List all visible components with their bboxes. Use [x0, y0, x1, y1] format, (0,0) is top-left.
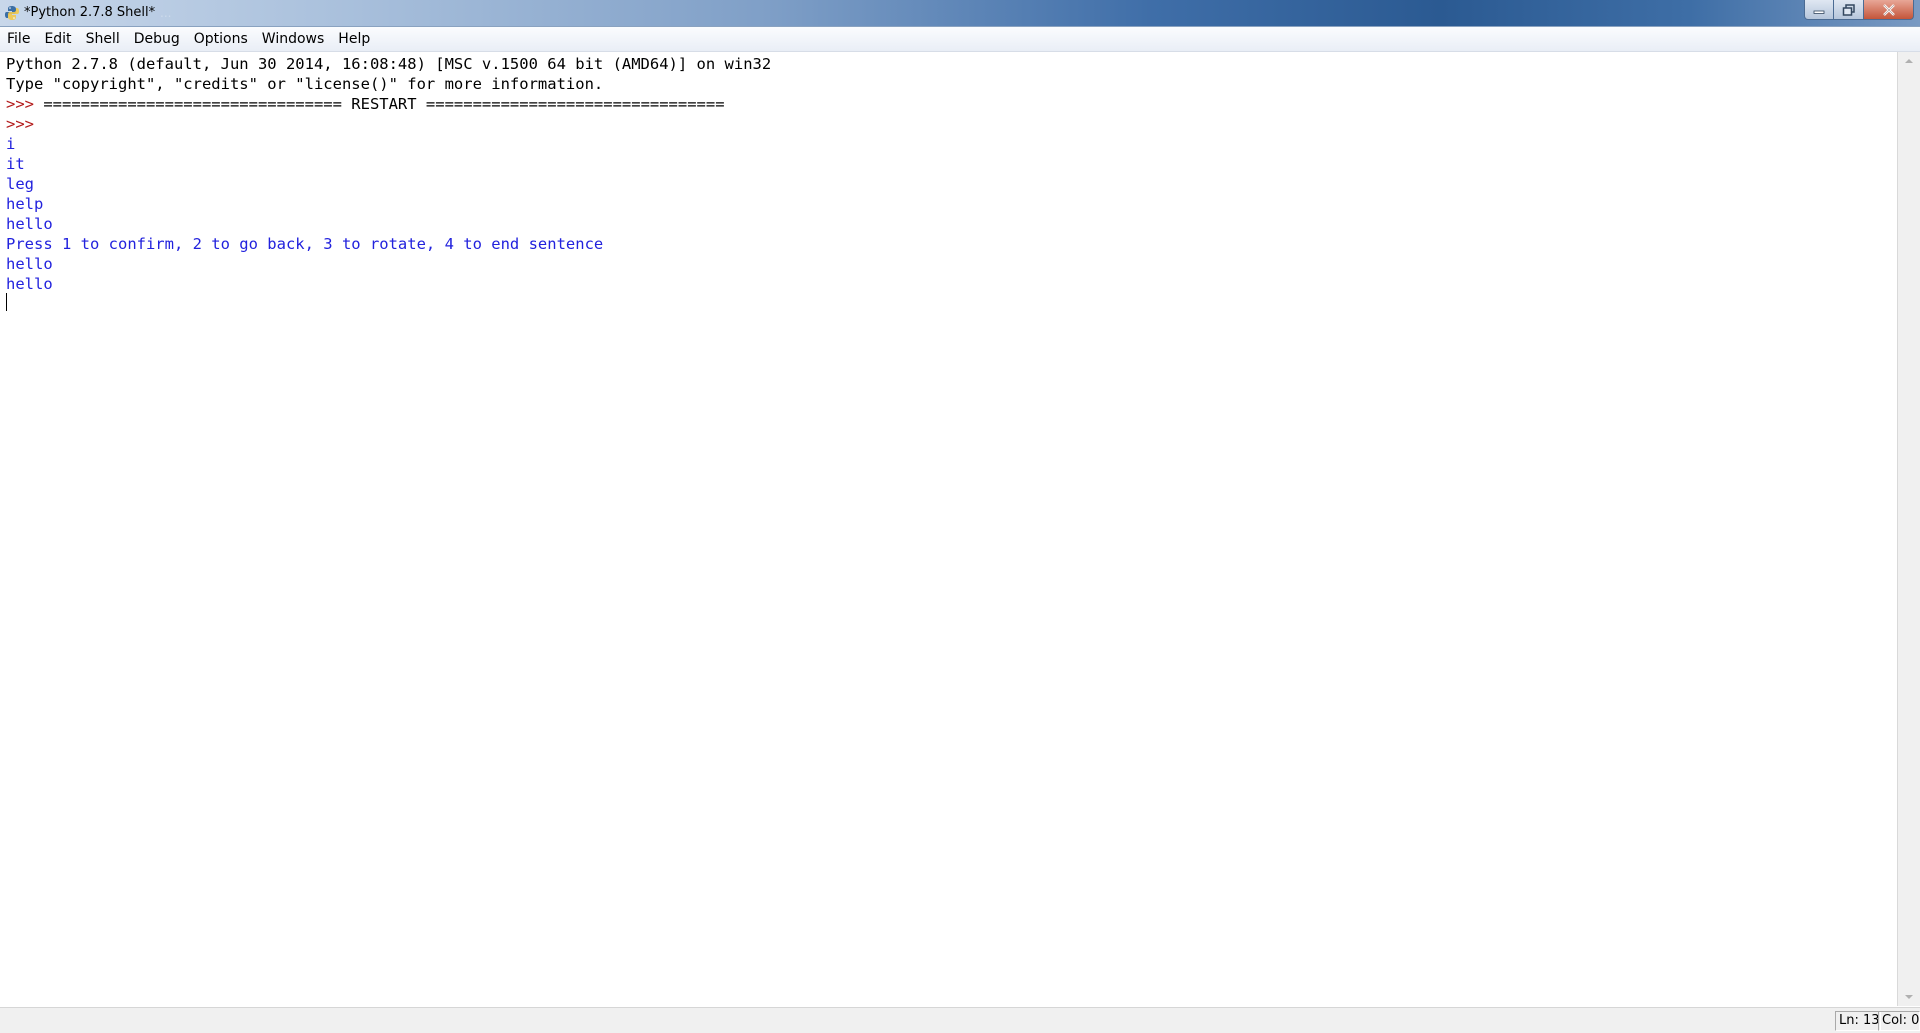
status-column-number: Col: 0	[1878, 1011, 1920, 1031]
shell-output-line: hello	[6, 255, 53, 273]
menu-shell[interactable]: Shell	[79, 27, 127, 51]
menu-windows[interactable]: Windows	[255, 27, 332, 51]
shell-output-line: it	[6, 155, 25, 173]
scroll-down-button[interactable]	[1898, 988, 1920, 1006]
menu-options[interactable]: Options	[187, 27, 255, 51]
idle-shell-window: *Python 2.7.8 Shell* ... File Edit Shell…	[0, 0, 1920, 1033]
shell-prompt: >>>	[6, 115, 34, 133]
text-cursor	[6, 293, 7, 311]
python-logo-icon	[5, 6, 19, 20]
window-controls	[1804, 0, 1914, 22]
title-bar[interactable]: *Python 2.7.8 Shell* ...	[0, 0, 1920, 27]
shell-line: >>>	[6, 114, 34, 134]
restore-icon	[1842, 3, 1855, 16]
shell-text-area[interactable]: Python 2.7.8 (default, Jun 30 2014, 16:0…	[0, 52, 1898, 1006]
shell-output-line: hello	[6, 275, 53, 293]
arrow-down-icon	[1905, 995, 1913, 999]
title-background-text: ...	[160, 6, 172, 20]
shell-line: Python 2.7.8 (default, Jun 30 2014, 16:0…	[6, 55, 772, 73]
minimize-icon	[1813, 10, 1825, 14]
status-bar: Ln: 13 Col: 0	[0, 1007, 1920, 1033]
menu-help[interactable]: Help	[331, 27, 377, 51]
status-line-number: Ln: 13	[1835, 1011, 1881, 1031]
shell-prompt: >>>	[6, 95, 44, 113]
window-title: *Python 2.7.8 Shell*	[24, 5, 156, 20]
close-button[interactable]	[1864, 0, 1914, 20]
menu-file[interactable]: File	[0, 27, 37, 51]
shell-line: >>> ================================ RES…	[6, 95, 725, 113]
scroll-up-button[interactable]	[1898, 52, 1920, 70]
arrow-up-icon	[1905, 59, 1913, 63]
shell-output-line: hello	[6, 215, 53, 233]
shell-line: Type "copyright", "credits" or "license(…	[6, 75, 604, 93]
shell-output-line: Press 1 to confirm, 2 to go back, 3 to r…	[6, 235, 604, 253]
maximize-button[interactable]	[1834, 0, 1864, 20]
menu-bar: File Edit Shell Debug Options Windows He…	[0, 27, 1920, 52]
shell-output-line: help	[6, 195, 44, 213]
shell-output-line: leg	[6, 175, 34, 193]
vertical-scrollbar[interactable]	[1898, 52, 1920, 1006]
shell-output-line: i	[6, 135, 16, 153]
menu-debug[interactable]: Debug	[127, 27, 187, 51]
minimize-button[interactable]	[1804, 0, 1834, 20]
close-icon	[1882, 3, 1895, 16]
menu-edit[interactable]: Edit	[37, 27, 78, 51]
